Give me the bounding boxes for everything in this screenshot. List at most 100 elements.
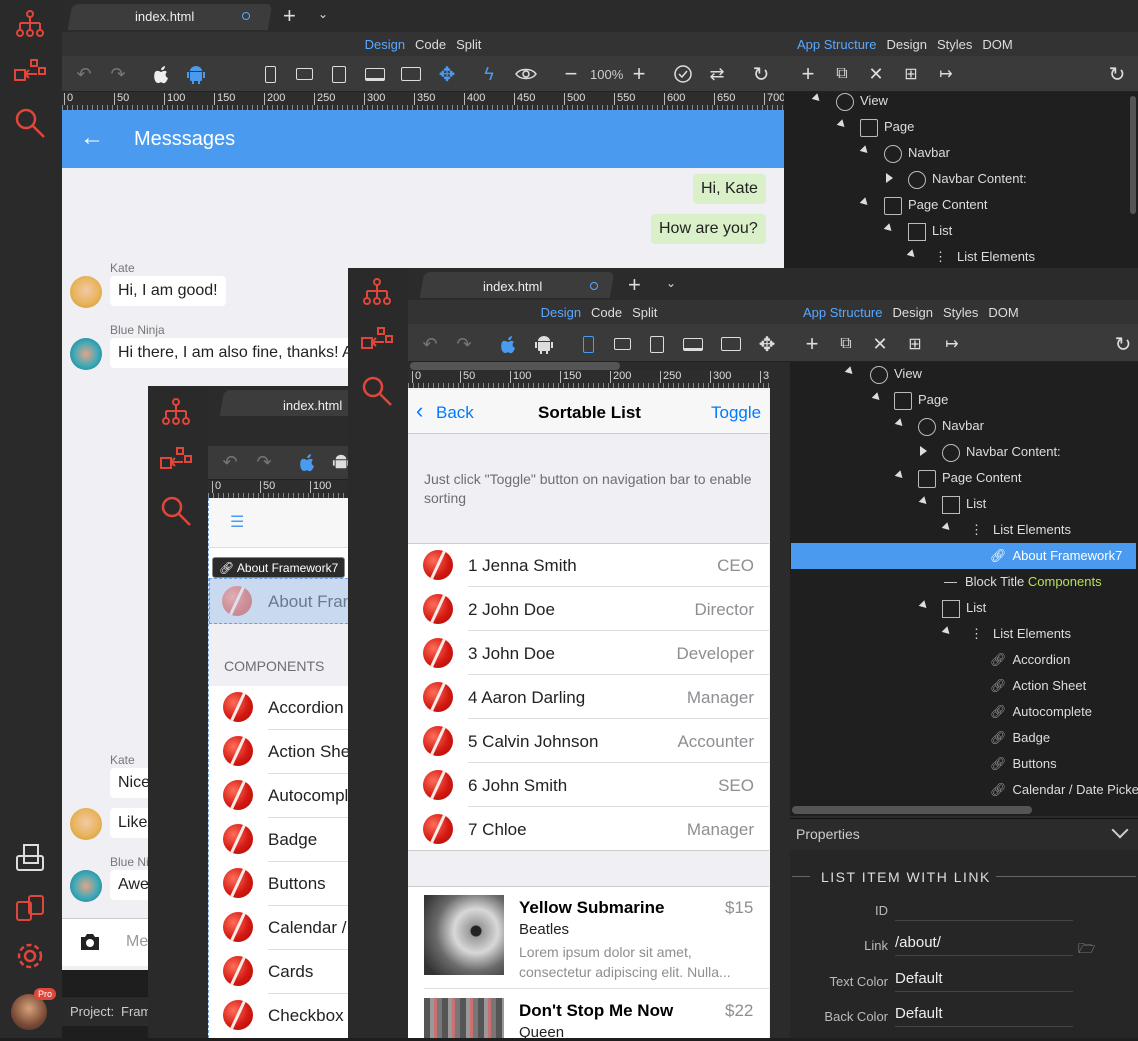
prop-input-text-color[interactable]: Default	[895, 970, 1073, 992]
tree-node-navbar[interactable]: Navbar	[918, 416, 984, 436]
tab-list-chevron-icon[interactable]: ⌄	[666, 276, 676, 290]
tree-node-list[interactable]: List	[942, 494, 986, 514]
horizontal-scrollbar[interactable]	[410, 362, 620, 370]
mode-split[interactable]: Split	[456, 37, 481, 52]
tree-node-link[interactable]: 🔗︎ Action Sheet	[990, 676, 1086, 696]
back-chevron-icon[interactable]: ‹	[416, 398, 423, 424]
apple-icon[interactable]	[497, 332, 519, 356]
tab-app-structure[interactable]: App Structure	[797, 37, 877, 52]
add-icon[interactable]: +	[800, 331, 824, 356]
navigation-tool-icon[interactable]	[158, 444, 194, 478]
tablet-icon[interactable]	[328, 62, 350, 86]
tab-list-chevron-icon[interactable]: ⌄	[318, 7, 328, 21]
duplicate-icon[interactable]: ⧉	[834, 332, 858, 356]
tree-node-navbar-content[interactable]: Navbar Content:	[942, 442, 1061, 462]
tree-node-page[interactable]: Page	[894, 390, 948, 410]
tree-node-list[interactable]: List	[942, 598, 986, 618]
move-out-icon[interactable]: ↦	[940, 332, 964, 356]
move-out-icon[interactable]: ↦	[934, 62, 958, 86]
tree-node-list[interactable]: List	[908, 221, 952, 241]
add-icon[interactable]: +	[796, 61, 820, 86]
publish-icon[interactable]	[12, 840, 48, 876]
search-icon[interactable]	[12, 106, 48, 140]
redo-icon[interactable]: ↷	[252, 450, 276, 474]
nav-back-link[interactable]: Back	[436, 403, 474, 423]
menu-list-icon[interactable]: ☰	[230, 512, 244, 532]
back-tree-scrollbar[interactable]	[1130, 96, 1136, 214]
undo-icon[interactable]: ↶	[218, 450, 242, 474]
navigation-tool-icon[interactable]	[12, 56, 48, 90]
message-input[interactable]: Me	[126, 933, 148, 951]
tree-node-link[interactable]: 🔗︎ Buttons	[990, 754, 1057, 774]
redo-icon[interactable]: ↷	[106, 62, 130, 86]
phone-landscape-icon[interactable]	[292, 62, 316, 86]
tab-styles[interactable]: Styles	[937, 37, 972, 52]
laptop-icon[interactable]	[362, 62, 388, 86]
desktop-icon[interactable]	[718, 332, 744, 356]
tree-node-list-elements[interactable]: ⋮ List Elements	[970, 520, 1071, 540]
settings-gear-icon[interactable]	[12, 938, 48, 974]
tab-dom[interactable]: DOM	[988, 305, 1018, 320]
undo-icon[interactable]: ↶	[72, 62, 96, 86]
tab-design[interactable]: Design	[887, 37, 927, 52]
tree-node-about-framework7[interactable]: 🔗︎ About Framework7	[990, 546, 1122, 566]
android-icon[interactable]	[532, 332, 556, 356]
phone-landscape-icon[interactable]	[610, 332, 634, 356]
wrap-icon[interactable]: ⊞	[902, 332, 928, 356]
undo-icon[interactable]: ↶	[418, 332, 442, 356]
tab-design[interactable]: Design	[893, 305, 933, 320]
tree-node-navbar-content[interactable]: Navbar Content:	[908, 169, 1027, 189]
new-tab-plus-icon[interactable]: +	[283, 3, 296, 29]
redo-icon[interactable]: ↷	[452, 332, 476, 356]
tree-node-page-content[interactable]: Page Content	[884, 195, 988, 215]
tab-app-structure[interactable]: App Structure	[803, 305, 883, 320]
app-structure-tool-icon[interactable]	[12, 8, 48, 42]
tab-styles[interactable]: Styles	[943, 305, 978, 320]
mode-design[interactable]: Design	[541, 305, 581, 320]
android-icon[interactable]	[184, 62, 208, 86]
delete-icon[interactable]: ✕	[868, 332, 892, 356]
phone-portrait-icon[interactable]	[578, 332, 598, 356]
validate-check-icon[interactable]	[670, 62, 696, 86]
tree-node-link[interactable]: 🔗︎ Badge	[990, 728, 1050, 748]
zoom-in-icon[interactable]: +	[628, 61, 650, 86]
tree-node-page[interactable]: Page	[860, 117, 914, 137]
prop-input-back-color[interactable]: Default	[895, 1005, 1073, 1027]
search-icon[interactable]	[158, 494, 194, 528]
tab-dom[interactable]: DOM	[982, 37, 1012, 52]
plugins-icon[interactable]	[12, 890, 48, 926]
swap-icon[interactable]: ⇄	[704, 62, 730, 86]
tree-node-list-elements[interactable]: ⋮ List Elements	[934, 247, 1035, 267]
move-arrows-icon[interactable]: ✥	[754, 332, 780, 356]
mode-code[interactable]: Code	[591, 305, 622, 320]
tree-node-link[interactable]: 🔗︎ Autocomplete	[990, 702, 1092, 722]
zoom-out-icon[interactable]: −	[560, 61, 582, 86]
mode-split[interactable]: Split	[632, 305, 657, 320]
tablet-icon[interactable]	[646, 332, 668, 356]
folder-icon[interactable]: 🗁︎	[1078, 938, 1095, 962]
app-structure-tool-icon[interactable]	[359, 276, 395, 310]
tree-node-block-title[interactable]: — Block Title Components	[944, 572, 1102, 592]
desktop-icon[interactable]	[398, 62, 424, 86]
search-icon[interactable]	[359, 374, 395, 408]
duplicate-icon[interactable]: ⧉	[830, 62, 854, 86]
apple-icon[interactable]	[296, 450, 318, 474]
tree-node-view[interactable]: View	[870, 364, 922, 384]
prop-input-id[interactable]	[895, 899, 1073, 921]
tree-horizontal-scrollbar[interactable]	[792, 806, 1032, 814]
tree-node-view[interactable]: View	[836, 91, 888, 111]
panel-refresh-icon[interactable]: ↻	[1110, 332, 1136, 356]
phone-portrait-icon[interactable]	[260, 62, 280, 86]
apple-icon[interactable]	[150, 62, 172, 86]
preview-eye-icon[interactable]	[512, 62, 540, 86]
new-tab-plus-icon[interactable]: +	[628, 272, 641, 298]
lightning-icon[interactable]: ϟ	[478, 62, 500, 86]
tree-node-link[interactable]: 🔗︎ Calendar / Date Picke	[990, 780, 1138, 800]
wrap-icon[interactable]: ⊞	[898, 62, 924, 86]
laptop-icon[interactable]	[680, 332, 706, 356]
mode-code[interactable]: Code	[415, 37, 446, 52]
move-arrows-icon[interactable]: ✥	[434, 62, 460, 86]
prop-input-link[interactable]: /about/	[895, 934, 1073, 956]
panel-refresh-icon[interactable]: ↻	[1104, 62, 1130, 86]
navigation-tool-icon[interactable]	[359, 324, 395, 358]
